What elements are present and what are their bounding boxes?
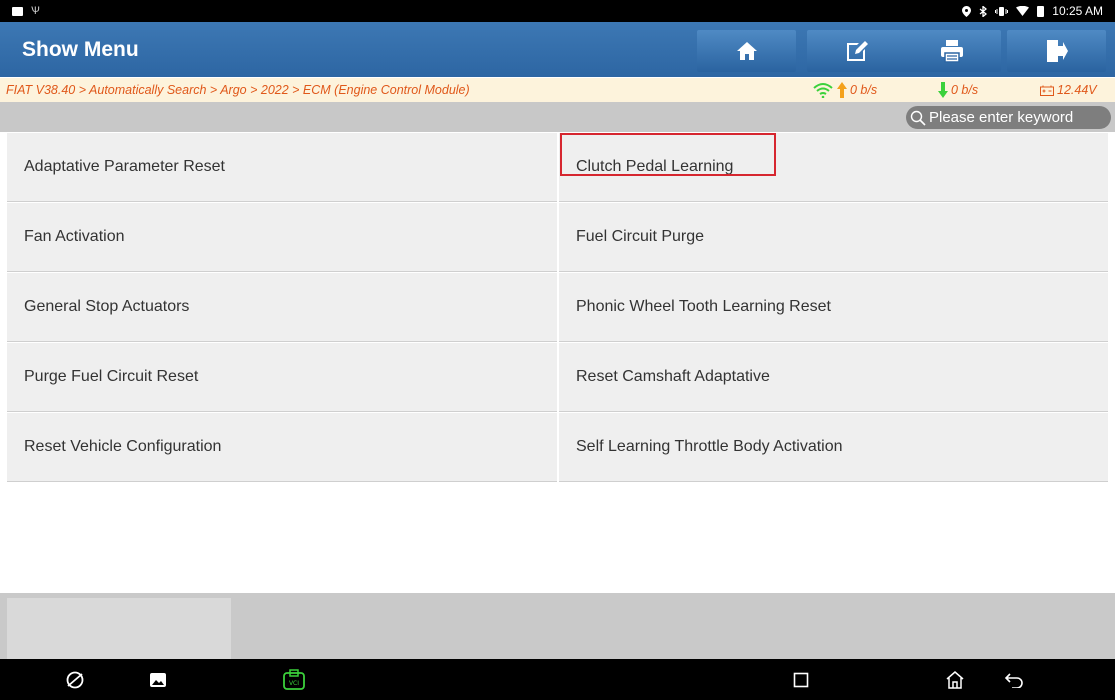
- menu-item-fan-activation[interactable]: Fan Activation: [7, 203, 557, 272]
- menu-item-purge-fuel-circuit-reset[interactable]: Purge Fuel Circuit Reset: [7, 343, 557, 412]
- menu-row: Purge Fuel Circuit Reset Reset Camshaft …: [7, 343, 1108, 413]
- menu-item-label: Fuel Circuit Purge: [576, 228, 705, 245]
- menu-item-self-learning-throttle-body-activation[interactable]: Self Learning Throttle Body Activation: [559, 413, 1108, 482]
- bottom-tab[interactable]: [7, 598, 231, 659]
- menu-item-reset-camshaft-adaptative[interactable]: Reset Camshaft Adaptative: [559, 343, 1108, 412]
- browser-icon[interactable]: [63, 668, 87, 692]
- gallery-notification-icon: [12, 6, 23, 16]
- gallery-icon[interactable]: [146, 668, 170, 692]
- menu-item-label: Reset Vehicle Configuration: [24, 438, 222, 455]
- vibrate-icon: [995, 6, 1009, 16]
- home-button[interactable]: [697, 30, 796, 72]
- location-icon: [962, 5, 972, 17]
- wifi-icon: [1016, 6, 1030, 16]
- svg-text:VCI: VCI: [289, 680, 299, 687]
- signal-icon: [813, 83, 833, 98]
- search-icon: [910, 110, 926, 126]
- edit-button[interactable]: [807, 30, 906, 72]
- search-placeholder: Please enter keyword: [929, 109, 1074, 126]
- upload-rate: 0 b/s: [850, 83, 878, 97]
- battery-icon: [1037, 5, 1045, 17]
- menu-item-label: Clutch Pedal Learning: [576, 158, 734, 175]
- voltage-stat: 12.44V: [1040, 78, 1097, 102]
- upload-stat: 0 b/s: [812, 78, 877, 102]
- bottom-toolbar: [0, 593, 1115, 659]
- upload-arrow-icon: [837, 82, 847, 98]
- menu-item-label: Self Learning Throttle Body Activation: [576, 438, 843, 455]
- app-window: Ѱ 10:25 AM Show Menu FIAT V38.40 > Autom…: [0, 0, 1115, 700]
- exit-button[interactable]: [1007, 30, 1106, 72]
- edit-icon: [846, 41, 868, 61]
- download-rate: 0 b/s: [951, 83, 979, 97]
- bluetooth-icon: [979, 5, 988, 17]
- recents-icon[interactable]: [789, 668, 813, 692]
- menu-item-label: General Stop Actuators: [24, 298, 190, 315]
- menu-item-clutch-pedal-learning[interactable]: Clutch Pedal Learning: [559, 133, 1108, 202]
- home-nav-icon[interactable]: [943, 668, 967, 692]
- download-arrow-icon: [938, 82, 948, 98]
- exit-icon: [1046, 40, 1068, 62]
- voltage-value: 12.44V: [1057, 83, 1097, 97]
- navigation-bar: VCI: [0, 659, 1115, 700]
- status-time: 10:25 AM: [1052, 4, 1103, 18]
- menu-item-adaptative-parameter-reset[interactable]: Adaptative Parameter Reset: [7, 133, 557, 202]
- battery-voltage-icon: [1040, 85, 1054, 96]
- menu-item-reset-vehicle-configuration[interactable]: Reset Vehicle Configuration: [7, 413, 557, 482]
- usb-notification-icon: Ѱ: [31, 5, 40, 17]
- print-icon: [940, 40, 963, 63]
- status-bar: Ѱ 10:25 AM: [0, 0, 1115, 22]
- search-input[interactable]: Please enter keyword: [906, 106, 1111, 129]
- menu-item-label: Purge Fuel Circuit Reset: [24, 368, 199, 385]
- menu-row: General Stop Actuators Phonic Wheel Toot…: [7, 273, 1108, 343]
- search-strip: Please enter keyword: [0, 102, 1115, 132]
- function-menu: Adaptative Parameter Reset Clutch Pedal …: [7, 133, 1108, 483]
- menu-item-label: Fan Activation: [24, 228, 125, 245]
- menu-row: Fan Activation Fuel Circuit Purge: [7, 203, 1108, 273]
- vci-icon[interactable]: VCI: [282, 668, 306, 692]
- print-button[interactable]: [902, 30, 1001, 72]
- title-bar: Show Menu: [0, 22, 1115, 77]
- menu-item-label: Adaptative Parameter Reset: [24, 158, 225, 175]
- menu-item-fuel-circuit-purge[interactable]: Fuel Circuit Purge: [559, 203, 1108, 272]
- menu-item-label: Phonic Wheel Tooth Learning Reset: [576, 298, 831, 315]
- breadcrumb-bar: FIAT V38.40 > Automatically Search > Arg…: [0, 78, 1115, 102]
- menu-item-general-stop-actuators[interactable]: General Stop Actuators: [7, 273, 557, 342]
- breadcrumb: FIAT V38.40 > Automatically Search > Arg…: [6, 83, 470, 97]
- page-title: Show Menu: [22, 37, 139, 61]
- download-stat: 0 b/s: [938, 78, 978, 102]
- menu-item-phonic-wheel-tooth-learning-reset[interactable]: Phonic Wheel Tooth Learning Reset: [559, 273, 1108, 342]
- back-icon[interactable]: [1002, 668, 1026, 692]
- menu-item-label: Reset Camshaft Adaptative: [576, 368, 770, 385]
- menu-row: Reset Vehicle Configuration Self Learnin…: [7, 413, 1108, 483]
- menu-row: Adaptative Parameter Reset Clutch Pedal …: [7, 133, 1108, 203]
- home-icon: [736, 42, 757, 60]
